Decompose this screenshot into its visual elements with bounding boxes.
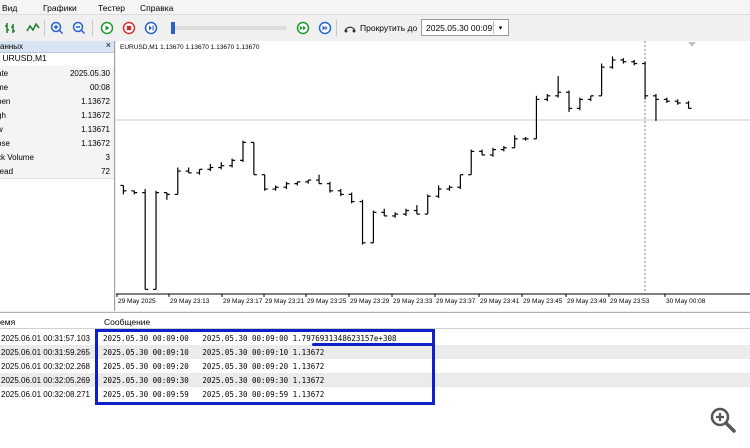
- scroll-to-label: Прокрутить до: [360, 23, 418, 33]
- data-row: pen 1.13672: [0, 94, 114, 109]
- data-row-value: 72: [101, 167, 110, 176]
- data-row-value: 2025.05.30: [69, 69, 110, 78]
- data-row-key: read: [0, 167, 14, 176]
- x-tick-label: 29 May 2025: [118, 298, 156, 305]
- calendar-dropdown-icon[interactable]: ▾: [493, 21, 507, 34]
- data-row: ck Volume 3: [0, 150, 114, 165]
- speed-slider-track[interactable]: [172, 26, 287, 30]
- column-time[interactable]: емя: [0, 317, 15, 327]
- data-row-value: 3: [105, 153, 110, 162]
- data-row-value: 00:08: [89, 83, 110, 92]
- journal-header: емя Сообщение: [0, 313, 750, 329]
- menu-bar: Вид Графики Тестер Справка: [0, 0, 750, 15]
- data-row-value: 1.13671: [81, 125, 110, 134]
- x-tick-label: 30 May 00:08: [666, 298, 706, 305]
- fast-forward-icon[interactable]: [294, 19, 311, 36]
- x-tick-label: 29 May 23:41: [480, 298, 520, 305]
- highlight-underline: [312, 343, 434, 346]
- x-tick-label: 29 May 23:13: [170, 298, 210, 305]
- data-row: ate 2025.05.30: [0, 66, 114, 81]
- x-tick-label: 29 May 23:29: [350, 298, 390, 305]
- data-row-value: 1.13672: [81, 139, 110, 148]
- data-row: w 1.13671: [0, 122, 114, 137]
- magnify-icon[interactable]: [708, 405, 738, 435]
- x-tick-label: 29 May 23:37: [436, 298, 476, 305]
- data-row: me 00:08: [0, 80, 114, 95]
- data-window: анных × URUSD,M1 ate 2025.05.30 me 00:08 pen…: [0, 40, 115, 311]
- data-row-key: w: [0, 125, 3, 134]
- x-tick-label: 29 May 23:45: [523, 298, 563, 305]
- data-window-header: анных ×: [0, 40, 114, 53]
- symbol-name: URUSD,M1: [2, 53, 47, 63]
- symbol-label: URUSD,M1: [0, 53, 47, 63]
- data-row-key: ate: [0, 69, 9, 78]
- journal-time: 2025.06.01 00:31:59.265: [1, 348, 90, 357]
- skip-end-icon[interactable]: [316, 19, 333, 36]
- line-chart-icon[interactable]: [24, 19, 41, 36]
- step-icon[interactable]: [142, 19, 159, 36]
- x-tick-label: 29 May 23:53: [610, 298, 650, 305]
- data-row-key: gh: [0, 111, 6, 120]
- chart-shift-marker: [688, 42, 696, 47]
- speed-slider-thumb[interactable]: [171, 22, 175, 34]
- data-row-key: pen: [0, 97, 11, 106]
- zoom-in-icon[interactable]: [48, 19, 65, 36]
- x-tick-label: 29 May 23:49: [567, 298, 607, 305]
- price-chart[interactable]: 29 May 2025 29 May 23:13 29 May 23:17 29 Ma…: [116, 41, 750, 311]
- menu-help[interactable]: Справка: [140, 3, 173, 13]
- x-tick-label: 29 May 23:21: [265, 298, 305, 305]
- bar-chart-icon[interactable]: [2, 19, 19, 36]
- data-row: ose 1.13672: [0, 136, 114, 151]
- x-tick-label: 29 May 23:17: [223, 298, 263, 305]
- journal-time: 2025.06.01 00:31:57.103: [1, 334, 90, 343]
- menu-charts[interactable]: Графики: [43, 3, 77, 13]
- datetime-picker[interactable]: 2025.05.30 00:09 ▾: [421, 19, 509, 36]
- x-tick-label: 29 May 23:25: [307, 298, 347, 305]
- scroll-to-icon: [344, 26, 356, 33]
- scroll-to-control[interactable]: Прокрутить до: [343, 22, 417, 34]
- stop-icon[interactable]: [120, 19, 137, 36]
- data-row-key: ose: [0, 139, 10, 148]
- data-row-key: ck Volume: [0, 153, 34, 162]
- menu-tester[interactable]: Тестер: [98, 3, 125, 13]
- data-window-title: анных: [0, 42, 24, 51]
- data-row-value: 1.13672: [81, 111, 110, 120]
- data-row-value: 1.13672: [81, 97, 110, 106]
- x-tick-label: 29 May 23:33: [393, 298, 433, 305]
- journal-time: 2025.06.01 00:32:08.271: [1, 390, 90, 399]
- chart-area[interactable]: EURUSD,M1 1.13670 1.13670 1.13670 1.1367…: [116, 41, 750, 311]
- column-message[interactable]: Сообщение: [104, 317, 150, 327]
- close-icon[interactable]: ×: [106, 40, 111, 50]
- journal-time: 2025.06.01 00:32:05.269: [1, 376, 90, 385]
- play-icon[interactable]: [98, 19, 115, 36]
- highlight-box: [95, 329, 435, 405]
- journal-time: 2025.06.01 00:32:02.268: [1, 362, 90, 371]
- data-row-key: me: [0, 83, 9, 92]
- zoom-out-icon[interactable]: [70, 19, 87, 36]
- datetime-value: 2025.05.30 00:09: [426, 23, 493, 33]
- data-row: read 72: [0, 164, 114, 179]
- menu-view[interactable]: Вид: [2, 3, 17, 13]
- data-row: gh 1.13672: [0, 108, 114, 123]
